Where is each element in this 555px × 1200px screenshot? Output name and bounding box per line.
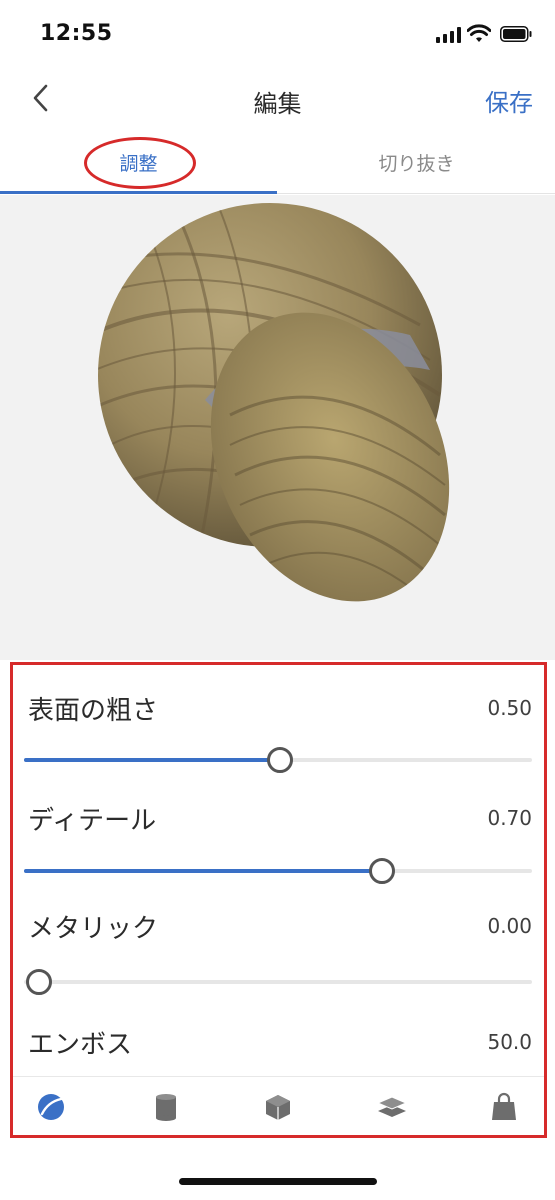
save-button[interactable]: 保存 xyxy=(485,83,533,118)
status-bar: 12:55 xyxy=(0,0,555,66)
slider-thumb[interactable] xyxy=(267,747,293,773)
cylinder-icon xyxy=(156,1094,176,1121)
material-icon xyxy=(38,1094,64,1120)
metallic-slider[interactable] xyxy=(24,969,532,995)
tool-store[interactable] xyxy=(488,1091,520,1123)
tab-crop[interactable]: 切り抜き xyxy=(278,130,555,194)
detail-control: ディテール 0.70 xyxy=(24,800,532,900)
slider-fill xyxy=(24,869,382,873)
detail-value: 0.70 xyxy=(487,806,532,830)
layers-icon xyxy=(376,1096,408,1117)
roughness-label: 表面の粗さ xyxy=(28,696,159,726)
roughness-value: 0.50 xyxy=(487,696,532,720)
emboss-value: 50.0 xyxy=(487,1030,532,1054)
tool-layers[interactable] xyxy=(376,1091,408,1123)
bottom-toolbar xyxy=(13,1076,544,1136)
emboss-label: エンボス xyxy=(28,1030,133,1060)
battery-icon xyxy=(500,26,532,42)
metallic-control: メタリック 0.00 xyxy=(24,908,532,1008)
material-preview[interactable] xyxy=(0,195,555,660)
detail-slider[interactable] xyxy=(24,858,532,884)
status-time: 12:55 xyxy=(40,21,113,46)
active-tab-indicator xyxy=(0,191,277,194)
metallic-label: メタリック xyxy=(28,914,159,944)
slider-thumb[interactable] xyxy=(368,858,395,884)
annotation-circle xyxy=(84,137,196,189)
cube-icon xyxy=(266,1095,290,1120)
roughness-control: 表面の粗さ 0.50 xyxy=(24,690,532,790)
nav-bar: 編集 保存 xyxy=(0,66,555,130)
emboss-control: エンボス 50.0 xyxy=(24,1024,532,1074)
wood-sphere-preview xyxy=(98,203,450,602)
slider-thumb[interactable] xyxy=(26,969,52,995)
metallic-value: 0.00 xyxy=(487,914,532,938)
shopping-bag-icon xyxy=(492,1092,516,1120)
cellular-signal-icon xyxy=(436,27,462,43)
home-indicator xyxy=(179,1178,377,1185)
tool-material[interactable] xyxy=(35,1091,67,1123)
wifi-icon xyxy=(467,24,491,42)
tool-model[interactable] xyxy=(150,1091,182,1123)
page-title: 編集 xyxy=(253,90,302,118)
detail-label: ディテール xyxy=(28,806,157,836)
tool-object[interactable] xyxy=(262,1091,294,1123)
slider-fill xyxy=(24,758,280,762)
roughness-slider[interactable] xyxy=(24,747,532,773)
tab-bar: 調整 切り抜き xyxy=(0,130,555,194)
